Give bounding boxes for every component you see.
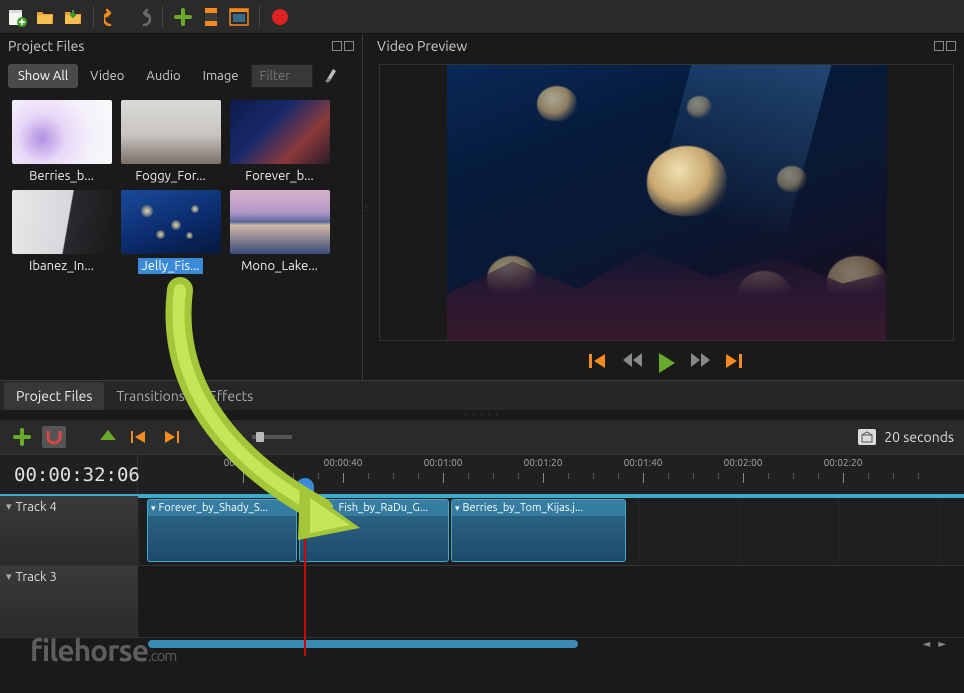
track-header[interactable]: ▾ Track 3 — [0, 566, 138, 637]
timeline-clip[interactable]: ▾Forever_by_Shady_S... — [147, 499, 297, 562]
thumbnail-label: Forever_b... — [242, 168, 316, 184]
watermark: filehorse.com — [30, 633, 176, 669]
thumbnail-item[interactable]: Mono_Lake... — [228, 190, 331, 274]
video-preview-header: Video Preview — [369, 34, 964, 58]
next-marker-button[interactable] — [160, 426, 184, 448]
project-files-title: Project Files — [8, 38, 84, 54]
project-files-filter-bar: Show All Video Audio Image — [0, 58, 362, 94]
panel-window-controls[interactable] — [934, 41, 956, 51]
track-header[interactable]: ▾ Track 4 — [0, 496, 138, 565]
thumbnail-item[interactable]: Berries_b... — [10, 100, 113, 184]
rewind-button[interactable] — [623, 353, 643, 376]
profile-button[interactable] — [200, 6, 222, 28]
zoom-level-label: 20 seconds — [884, 429, 954, 445]
zoom-slider[interactable] — [252, 435, 292, 439]
lower-panel-tabs: Project Files Transitions Effects — [0, 380, 964, 410]
filter-show-all[interactable]: Show All — [8, 64, 78, 88]
track-row: ▾ Track 4 ▾Forever_by_Shady_S...▾Jelly_F… — [0, 494, 964, 566]
track-name-label: Track 3 — [16, 570, 57, 584]
video-preview-title: Video Preview — [377, 38, 467, 54]
tab-transitions[interactable]: Transitions — [104, 382, 196, 410]
scroll-left-icon[interactable]: ◄ — [919, 638, 935, 650]
track-row: ▾ Track 3 — [0, 566, 964, 638]
watermark-text: filehorse — [30, 633, 148, 667]
project-files-panel: Project Files Show All Video Audio Image… — [0, 34, 363, 380]
project-files-header: Project Files — [0, 34, 362, 58]
timeline-ruler-row: 00:00:32:06 00:00:2000:00:4000:01:0000:0… — [0, 454, 964, 494]
thumbnail-item[interactable]: Jelly_Fis... — [119, 190, 222, 274]
add-marker-button[interactable] — [96, 426, 120, 448]
thumbnail-label: Berries_b... — [26, 168, 97, 184]
track-lane[interactable] — [138, 566, 964, 637]
chevron-down-icon[interactable]: ▾ — [6, 570, 12, 583]
play-button[interactable] — [657, 353, 677, 376]
timeline-clip[interactable]: ▾Jelly_Fish_by_RaDu_G... — [299, 499, 449, 562]
watermark-suffix: .com — [148, 647, 176, 664]
thumbnail-label: Jelly_Fis... — [138, 258, 202, 274]
timeline-ruler[interactable]: 00:00:2000:00:4000:01:0000:01:2000:01:40… — [138, 455, 964, 494]
import-files-button[interactable] — [172, 6, 194, 28]
playback-controls — [369, 345, 964, 380]
timecode-display: 00:00:32:06 — [0, 455, 138, 494]
open-project-button[interactable] — [34, 6, 56, 28]
thumbnail-item[interactable]: Ibanez_In... — [10, 190, 113, 274]
add-track-button[interactable] — [10, 426, 34, 448]
thumbnail-item[interactable]: Forever_b... — [228, 100, 331, 184]
playhead[interactable] — [304, 496, 306, 656]
scrollbar-thumb[interactable] — [148, 640, 578, 648]
preview-viewport — [379, 64, 954, 341]
chevron-down-icon[interactable]: ▾ — [6, 500, 12, 513]
prev-marker-button[interactable] — [128, 426, 152, 448]
panel-window-controls[interactable] — [332, 41, 354, 51]
upper-panels: Project Files Show All Video Audio Image… — [0, 34, 964, 380]
tab-project-files[interactable]: Project Files — [4, 382, 104, 410]
thumbnail-label: Mono_Lake... — [238, 258, 321, 274]
jump-end-button[interactable] — [725, 353, 745, 376]
fast-forward-button[interactable] — [691, 353, 711, 376]
filter-video[interactable]: Video — [80, 64, 134, 88]
scroll-right-icon[interactable]: ► — [934, 638, 950, 650]
video-preview-panel: Video Preview — [369, 34, 964, 380]
export-button[interactable] — [269, 6, 291, 28]
thumbnail-grid: Berries_b... Foggy_For... Forever_b... Iban… — [0, 94, 362, 280]
filter-audio[interactable]: Audio — [136, 64, 190, 88]
filter-image[interactable]: Image — [193, 64, 249, 88]
undo-button[interactable] — [103, 6, 125, 28]
thumbnail-label: Foggy_For... — [132, 168, 208, 184]
thumbnail-item[interactable]: Foggy_For... — [119, 100, 222, 184]
save-project-button[interactable] — [62, 6, 84, 28]
zoom-readout-icon[interactable] — [858, 429, 876, 445]
timeline-clip[interactable]: ▾Berries_by_Tom_Kijas.j... — [451, 499, 626, 562]
redo-button[interactable] — [131, 6, 153, 28]
track-lane[interactable]: ▾Forever_by_Shady_S...▾Jelly_Fish_by_RaD… — [138, 496, 964, 565]
main-toolbar — [0, 0, 964, 34]
jump-start-button[interactable] — [589, 353, 609, 376]
timeline-tracks: ▾ Track 4 ▾Forever_by_Shady_S...▾Jelly_F… — [0, 494, 964, 650]
center-playhead-button[interactable]: ⊕ — [214, 429, 230, 445]
clear-filter-icon[interactable] — [321, 65, 341, 88]
fullscreen-button[interactable] — [228, 6, 250, 28]
tab-effects[interactable]: Effects — [197, 382, 265, 410]
snap-button[interactable] — [42, 426, 66, 448]
thumbnail-label: Ibanez_In... — [26, 258, 97, 274]
filter-input[interactable] — [251, 64, 313, 88]
new-project-button[interactable] — [6, 6, 28, 28]
timeline-toolbar: ⊕ 20 seconds — [0, 420, 964, 454]
horizontal-splitter[interactable]: · · · · · — [0, 410, 964, 420]
track-name-label: Track 4 — [16, 500, 57, 514]
